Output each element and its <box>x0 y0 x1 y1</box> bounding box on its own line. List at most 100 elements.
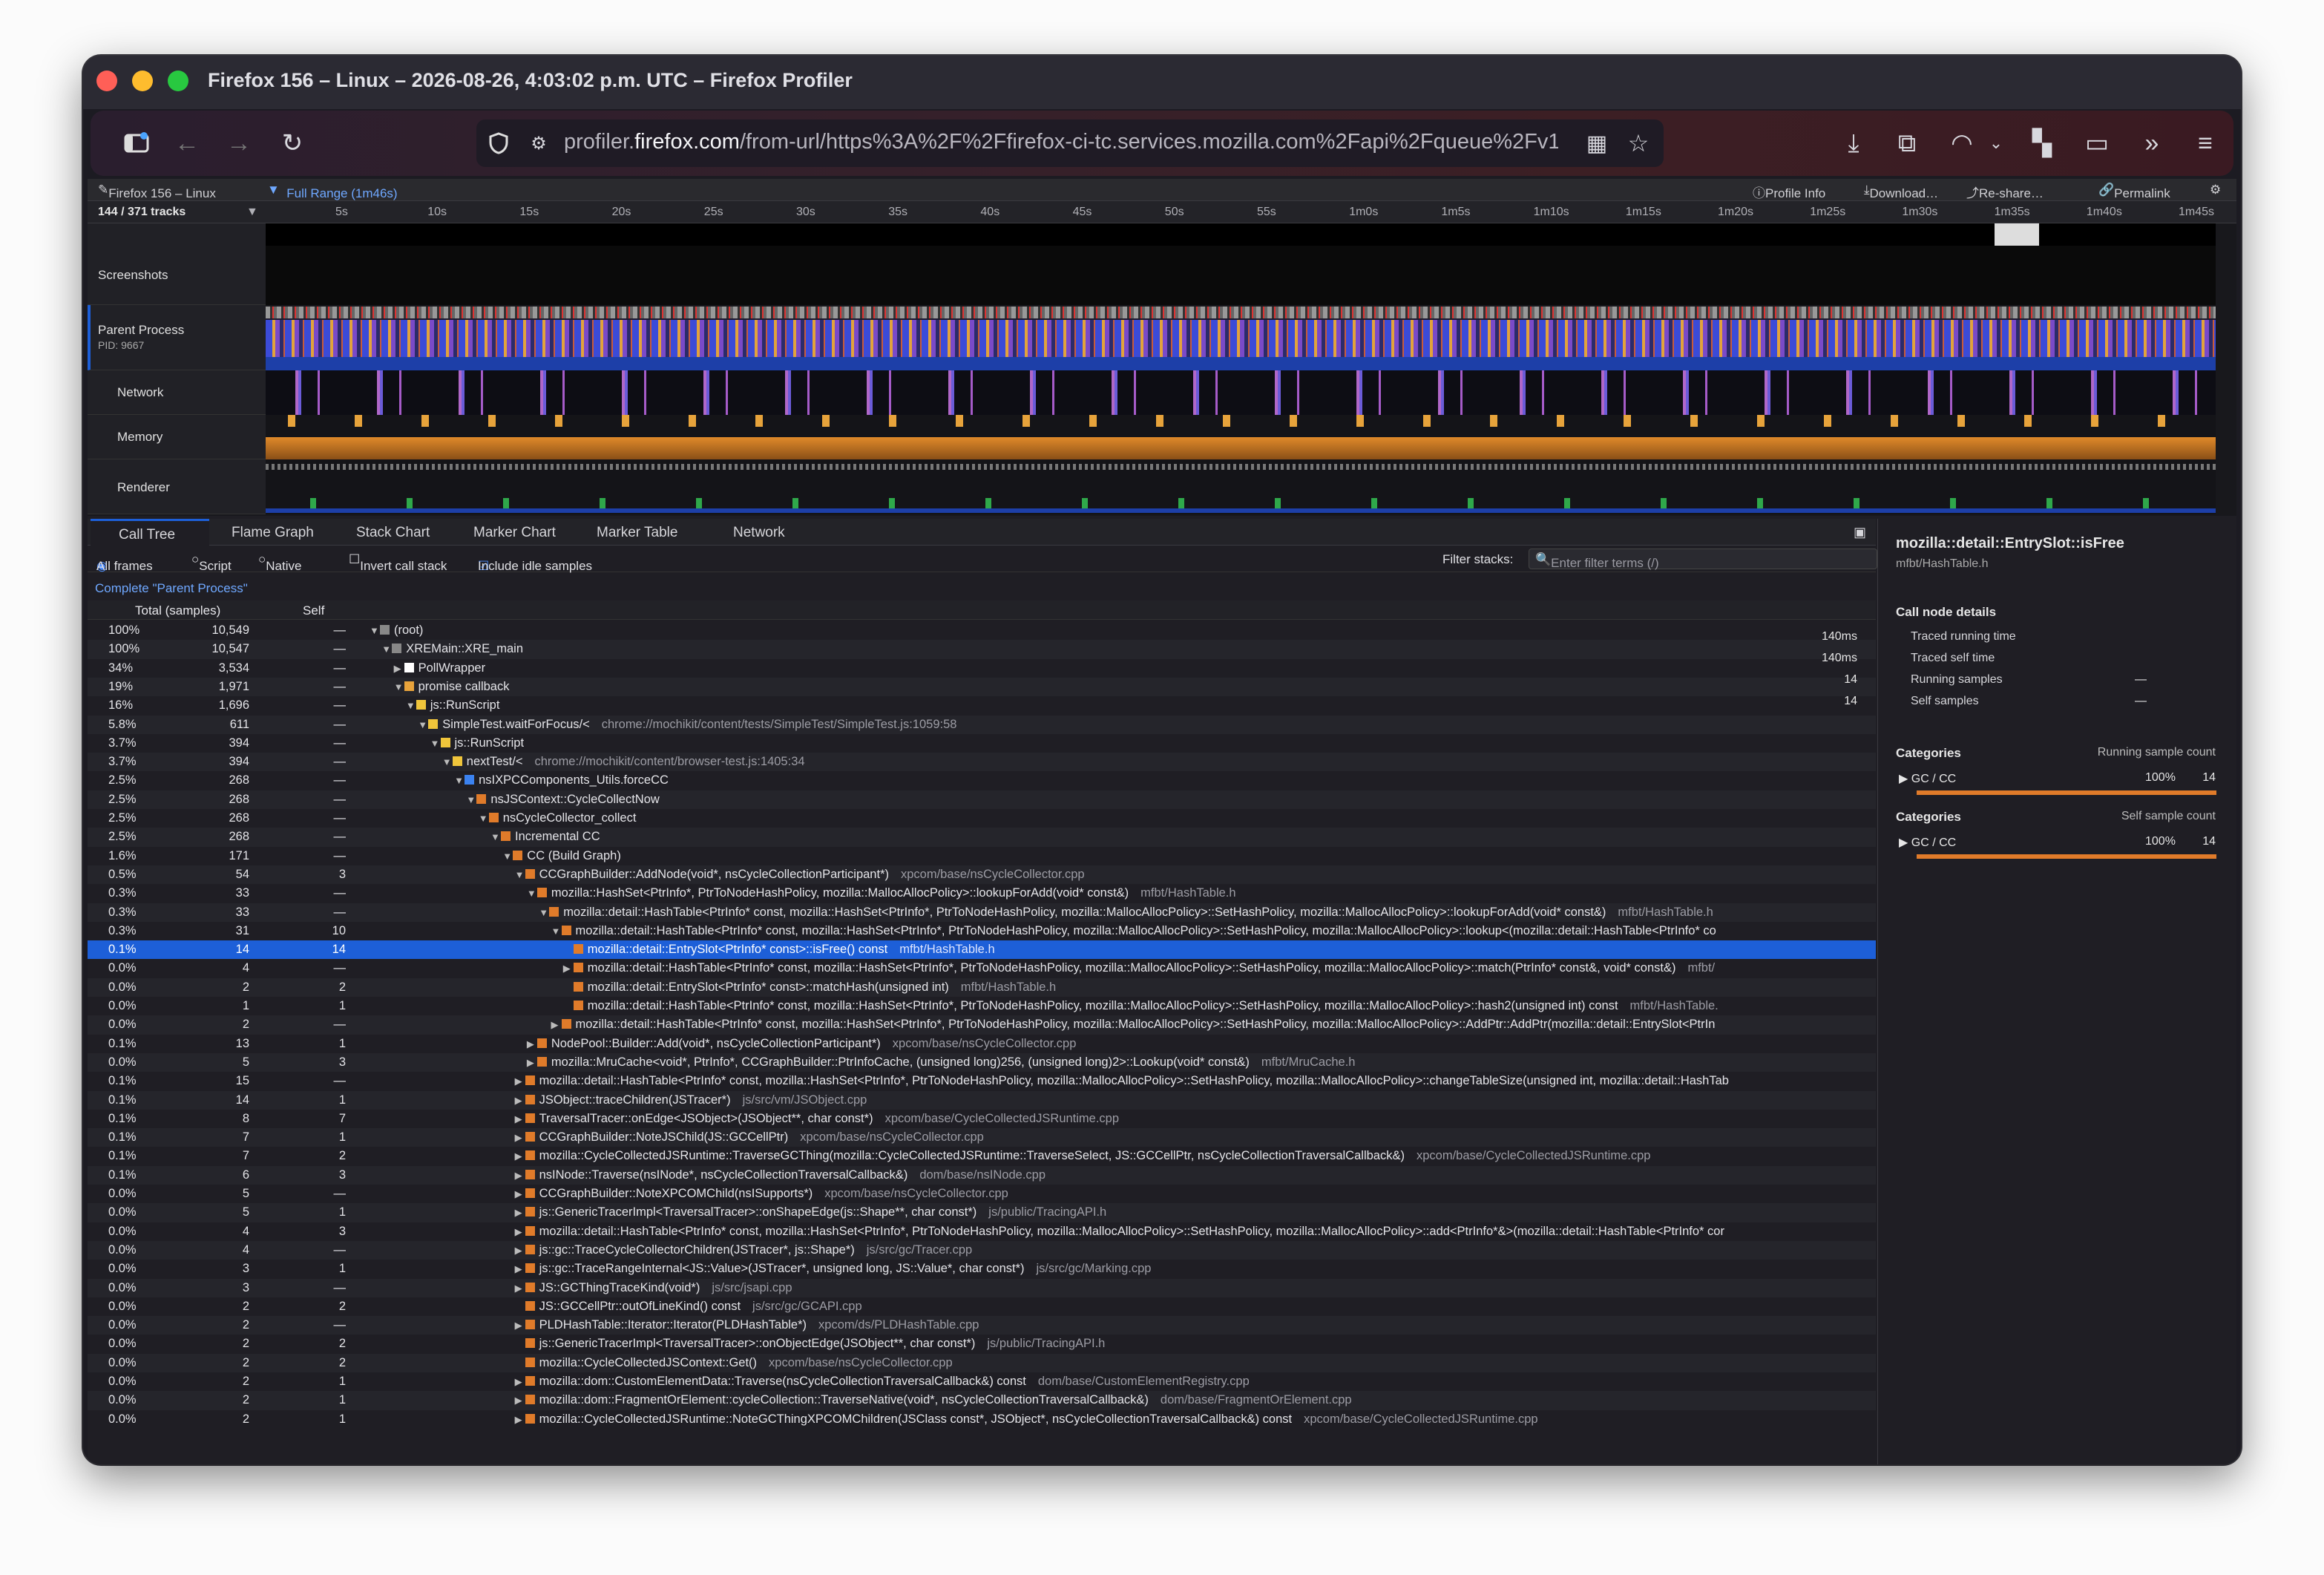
tab-stack-chart[interactable]: Stack Chart <box>356 519 430 546</box>
url-bar[interactable]: ⚙ profiler.firefox.com/from-url/https%3A… <box>476 119 1664 167</box>
profiler-icon[interactable]: ◠ <box>1946 127 1978 160</box>
disclosure-triangle-icon[interactable]: ▼ <box>539 907 549 918</box>
shield-icon[interactable] <box>482 127 515 160</box>
native-radio[interactable]: ○ Native <box>258 552 301 573</box>
disclosure-triangle-icon[interactable]: ▼ <box>551 926 562 937</box>
disclosure-triangle-icon[interactable]: ▶ <box>515 1245 525 1257</box>
sidebar-toggle-icon[interactable] <box>120 127 153 160</box>
call-tree-row[interactable]: 2.5% 268 — ▼ Incremental CC <box>88 828 1876 847</box>
disclosure-triangle-icon[interactable]: ▶ <box>515 1320 525 1332</box>
call-tree-row[interactable]: 0.1% 8 7 ▶ TraversalTracer::onEdge<JSObject>… <box>88 1110 1876 1128</box>
sidebar-toggle-icon[interactable]: ▣ <box>1854 519 1866 546</box>
script-radio[interactable]: ○ Script <box>191 552 232 573</box>
disclosure-triangle-icon[interactable]: ▶ <box>515 1150 525 1162</box>
call-tree-row[interactable]: 0.0% 3 1 ▶ js::gc::TraceRangeInternal<JS::Va… <box>88 1260 1876 1278</box>
chevron-down-icon[interactable]: ▼ <box>246 206 258 219</box>
disclosure-triangle-icon[interactable]: ▼ <box>430 738 441 749</box>
call-tree-row[interactable]: 0.0% 4 — ▶ mozilla::detail::HashTable<PtrInf… <box>88 959 1876 978</box>
overflow-icon[interactable]: » <box>2136 127 2168 160</box>
track-memory[interactable]: Memory <box>88 415 266 459</box>
call-tree-row[interactable]: 0.3% 33 — ▼ mozilla::detail::HashTable<PtrIn… <box>88 903 1876 922</box>
memory-track-graph[interactable] <box>266 415 2216 459</box>
call-tree-row[interactable]: 0.1% 14 1 ▶ JSObject::traceChildren(JSTracer… <box>88 1090 1876 1110</box>
disclosure-triangle-icon[interactable]: ▶ <box>515 1263 525 1275</box>
call-tree-row[interactable]: 0.0% 2 1 ▶ mozilla::CycleCollectedJSRuntime:… <box>88 1410 1876 1429</box>
maximize-window-button[interactable] <box>168 71 188 91</box>
category-gc-cc-self[interactable]: ▶ GC / CC <box>1899 835 1956 850</box>
disclosure-triangle-icon[interactable]: ▶ <box>515 1226 525 1238</box>
disclosure-triangle-icon[interactable]: ▼ <box>515 869 525 880</box>
add-ons-icon[interactable]: ▚ <box>2026 127 2058 160</box>
call-tree-row[interactable]: 0.0% 2 — ▶ mozilla::detail::HashTable<PtrInf… <box>88 1015 1876 1035</box>
disclosure-triangle-icon[interactable]: ▶ <box>551 1019 562 1031</box>
url-text[interactable]: profiler.firefox.com/from-url/https%3A%2… <box>564 130 1558 154</box>
minimize-window-button[interactable] <box>132 71 153 91</box>
tab-flame-graph[interactable]: Flame Graph <box>232 519 314 546</box>
call-tree-row[interactable]: 0.0% 1 1 mozilla::detail::HashTable<PtrInfo… <box>88 997 1876 1015</box>
tab-network[interactable]: Network <box>733 519 785 546</box>
call-tree-row[interactable]: 0.0% 2 2 js::GenericTracerImpl<TraversalTra… <box>88 1335 1876 1353</box>
call-tree-row[interactable]: 2.5% 268 — ▼ nsCycleCollector_collect <box>88 809 1876 828</box>
download-button[interactable]: ⤓ Download… <box>1864 183 1938 200</box>
call-tree-row[interactable]: 0.0% 4 3 ▶ mozilla::detail::HashTable<PtrInf… <box>88 1222 1876 1241</box>
call-tree-row[interactable]: 34% 3,534 — ▶ PollWrapper <box>88 659 1876 678</box>
selected-call-node-row[interactable]: 0.1% 14 14 mozilla::detail::EntrySlot<PtrIn… <box>88 940 1876 960</box>
disclosure-triangle-icon[interactable]: ▼ <box>370 625 380 636</box>
call-tree-row[interactable]: 0.0% 2 1 ▶ mozilla::dom::CustomElementData::… <box>88 1372 1876 1391</box>
disclosure-triangle-icon[interactable]: ▼ <box>527 888 537 899</box>
call-tree-row[interactable]: 0.1% 6 3 ▶ nsINode::Traverse(nsINode*, nsCyc… <box>88 1165 1876 1185</box>
call-tree-row[interactable]: 0.0% 2 2 JS::GCCellPtr::outOfLineKind() con… <box>88 1297 1876 1316</box>
disclosure-triangle-icon[interactable]: ▼ <box>442 756 453 767</box>
disclosure-triangle-icon[interactable]: ▼ <box>394 681 404 692</box>
disclosure-triangle-icon[interactable]: ▶ <box>394 663 404 675</box>
disclosure-triangle-icon[interactable]: ▶ <box>515 1414 525 1426</box>
back-arrow-icon[interactable]: ← <box>171 127 203 160</box>
call-tree-row[interactable]: 0.3% 31 10 ▼ mozilla::detail::HashTable<PtrI… <box>88 922 1876 940</box>
sidebar-icon[interactable]: ▭ <box>2081 127 2113 160</box>
disclosure-triangle-icon[interactable]: ▼ <box>490 831 501 842</box>
disclosure-triangle-icon[interactable]: ▶ <box>515 1075 525 1087</box>
disclosure-triangle-icon[interactable]: ▶ <box>515 1283 525 1294</box>
disclosure-triangle-icon[interactable]: ▼ <box>418 719 428 730</box>
call-tree-row[interactable]: 0.0% 5 1 ▶ js::GenericTracerImpl<TraversalTr… <box>88 1203 1876 1222</box>
parent-process-activity-graph[interactable] <box>266 307 2216 370</box>
disclosure-triangle-icon[interactable]: ▼ <box>479 813 489 824</box>
permalink-button[interactable]: 🔗 Permalink <box>2098 183 2170 200</box>
disclosure-triangle-icon[interactable]: ▼ <box>454 775 465 786</box>
disclosure-triangle-icon[interactable]: ▶ <box>515 1170 525 1182</box>
call-tree-row[interactable]: 100% 10,549 — ▼ (root) <box>88 621 1876 640</box>
call-tree-row[interactable]: 0.0% 2 — ▶ PLDHashTable::Iterator::Iterator(… <box>88 1316 1876 1335</box>
screenshots-strip[interactable] <box>266 223 2216 305</box>
qr-code-icon[interactable]: ▦ <box>1580 127 1613 160</box>
track-renderer[interactable]: Renderer <box>88 459 266 514</box>
hamburger-menu-icon[interactable]: ≡ <box>2189 127 2222 160</box>
call-tree-row[interactable]: 0.5% 54 3 ▼ CCGraphBuilder::AddNode(void*, n… <box>88 865 1876 885</box>
call-tree-row[interactable]: 3.7% 394 — ▼ nextTest/< chrome://mochikit/con… <box>88 753 1876 772</box>
call-tree-row[interactable]: 5.8% 611 — ▼ SimpleTest.waitForFocus/< chrome… <box>88 715 1876 734</box>
call-tree-row[interactable]: 0.0% 5 — ▶ CCGraphBuilder::NoteXPCOMChild(ns… <box>88 1185 1876 1203</box>
track-count[interactable]: 144 / 371 tracks <box>98 206 186 219</box>
reload-icon[interactable]: ↻ <box>276 127 309 160</box>
call-tree-row[interactable]: 0.0% 5 3 ▶ mozilla::MruCache<void*, PtrInfo*… <box>88 1052 1876 1073</box>
network-track-graph[interactable] <box>266 370 2216 415</box>
call-tree-row[interactable]: 0.0% 2 2 mozilla::CycleCollectedJSContext::… <box>88 1353 1876 1372</box>
track-screenshots[interactable]: Screenshots <box>88 223 266 305</box>
disclosure-triangle-icon[interactable]: ▶ <box>515 1395 525 1407</box>
disclosure-triangle-icon[interactable]: ▶ <box>527 1057 537 1069</box>
call-tree-row[interactable]: 0.1% 7 1 ▶ CCGraphBuilder::NoteJSChild(JS::G… <box>88 1128 1876 1147</box>
tab-marker-table[interactable]: Marker Table <box>597 519 677 546</box>
renderer-track-graph[interactable] <box>266 459 2216 514</box>
category-gc-cc-running[interactable]: ▶ GC / CC <box>1899 771 1956 786</box>
call-tree-row[interactable]: 2.5% 268 — ▼ nsJSContext::CycleCollectNow <box>88 790 1876 809</box>
disclosure-triangle-icon[interactable]: ▼ <box>406 700 416 711</box>
invert-call-stack-checkbox[interactable]: ☐ Invert call stack <box>349 552 447 573</box>
call-tree-row[interactable]: 0.0% 2 2 mozilla::detail::EntrySlot<PtrInfo… <box>88 978 1876 997</box>
disclosure-triangle-icon[interactable]: ▶ <box>563 963 574 975</box>
call-tree-row[interactable]: 19% 1,971 — ▼ promise callback <box>88 677 1876 697</box>
disclosure-triangle-icon[interactable]: ▶ <box>527 1038 537 1050</box>
downloads-icon[interactable]: ⤓ <box>1837 127 1870 160</box>
transform-breadcrumb[interactable]: Complete "Parent Process" <box>95 581 248 596</box>
tab-marker-chart[interactable]: Marker Chart <box>473 519 556 546</box>
call-tree-row[interactable]: 0.3% 33 — ▼ mozilla::HashSet<PtrInfo*, PtrTo… <box>88 884 1876 903</box>
chevron-down-icon[interactable]: ⌄ <box>1980 127 2012 160</box>
